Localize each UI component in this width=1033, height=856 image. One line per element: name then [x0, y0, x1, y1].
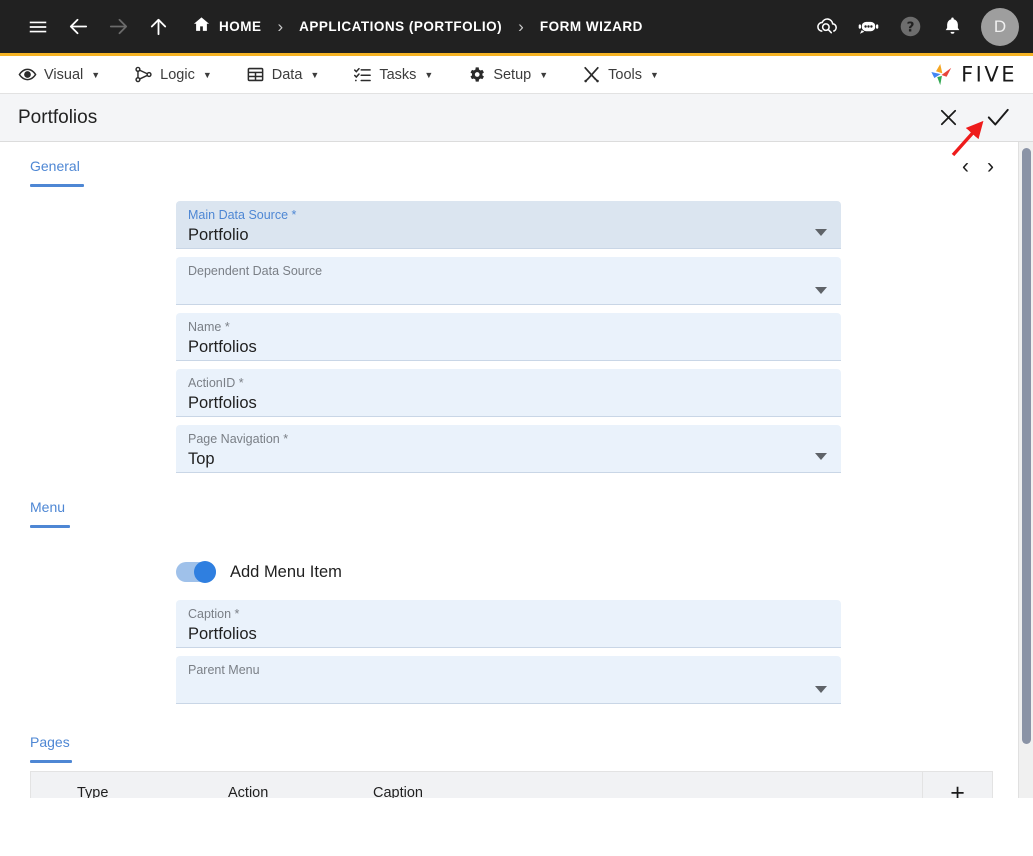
- chevron-down-icon: ▼: [424, 69, 434, 80]
- breadcrumb-separator-2: ›: [518, 16, 524, 36]
- menu-item-tasks[interactable]: Tasks ▼: [353, 65, 433, 84]
- tools-icon: [582, 65, 601, 84]
- notifications-bell-icon[interactable]: [933, 8, 971, 46]
- field-caption[interactable]: Caption * Portfolios: [176, 600, 841, 648]
- chevron-down-icon: ▼: [91, 69, 101, 80]
- top-navigation-bar: HOME › APPLICATIONS (PORTFOLIO) › FORM W…: [0, 0, 1033, 53]
- add-menu-item-label: Add Menu Item: [230, 562, 342, 581]
- add-row-button[interactable]: +: [922, 771, 992, 798]
- avatar[interactable]: D: [981, 7, 1019, 46]
- field-value-page-navigation: Top: [188, 450, 215, 468]
- field-value-action-id: Portfolios: [188, 394, 257, 412]
- section-label-pages[interactable]: Pages: [30, 734, 70, 760]
- form-wizard-content: ‹ › General Main Data Source * Portfolio…: [0, 142, 1033, 798]
- add-menu-item-toggle-row[interactable]: Add Menu Item: [176, 561, 1018, 583]
- dropdown-caret-icon[interactable]: [815, 229, 827, 236]
- breadcrumb-home[interactable]: HOME: [192, 15, 262, 39]
- chatbot-icon[interactable]: [849, 8, 887, 46]
- scrollbar-thumb[interactable]: [1022, 148, 1031, 744]
- field-action-id[interactable]: ActionID * Portfolios: [176, 369, 841, 417]
- column-header-action: Action: [228, 785, 269, 798]
- help-icon[interactable]: ?: [891, 8, 929, 46]
- arrow-up-icon[interactable]: [138, 7, 178, 47]
- pages-table: Type Action Caption + Form: [30, 771, 993, 798]
- section-label-general[interactable]: General: [30, 158, 80, 184]
- logic-nodes-icon: [134, 65, 153, 84]
- breadcrumb-separator: ›: [277, 16, 284, 36]
- field-label-main-data-source: Main Data Source *: [188, 208, 297, 222]
- gear-icon: [467, 65, 486, 84]
- section-label-menu[interactable]: Menu: [30, 499, 65, 525]
- page-title: Portfolios: [18, 106, 98, 128]
- chevron-down-icon: ▼: [539, 69, 549, 80]
- five-brand-label: FIVE: [961, 62, 1017, 87]
- arrow-left-icon[interactable]: [58, 7, 98, 47]
- home-icon: [192, 15, 211, 39]
- chevron-down-icon: ▼: [202, 69, 212, 80]
- field-label-parent-menu: Parent Menu: [188, 663, 260, 677]
- section-header-menu: Menu: [30, 499, 1018, 528]
- application-menu-bar: Visual ▼ Logic ▼ Data ▼ Tasks ▼ Setup ▼ …: [0, 56, 1033, 94]
- hamburger-icon[interactable]: [18, 7, 58, 47]
- menu-item-setup[interactable]: Setup ▼: [467, 65, 548, 84]
- svg-text:?: ?: [906, 19, 914, 35]
- five-brand-logo: FIVE: [928, 61, 1017, 88]
- section-header-general: General: [30, 158, 1018, 187]
- eye-icon: [18, 65, 37, 84]
- menu-item-logic[interactable]: Logic ▼: [134, 65, 212, 84]
- section-header-pages: Pages: [30, 734, 1018, 763]
- menu-item-data-label: Data: [271, 66, 303, 83]
- section-underline-general: [30, 184, 84, 187]
- table-grid-icon: [246, 65, 265, 84]
- cloud-search-icon[interactable]: [807, 8, 845, 46]
- field-label-name: Name *: [188, 320, 230, 334]
- menu-item-tools[interactable]: Tools ▼: [582, 65, 659, 84]
- vertical-scrollbar[interactable]: [1018, 142, 1033, 798]
- arrow-right-icon: [98, 7, 138, 47]
- field-parent-menu[interactable]: Parent Menu: [176, 656, 841, 704]
- close-x-icon[interactable]: [933, 103, 963, 133]
- field-name[interactable]: Name * Portfolios: [176, 313, 841, 361]
- save-checkmark-button[interactable]: [983, 103, 1013, 133]
- checklist-icon: [353, 65, 372, 84]
- menu-item-tasks-label: Tasks: [379, 66, 417, 83]
- menu-item-visual-label: Visual: [44, 66, 84, 83]
- field-label-page-navigation: Page Navigation *: [188, 432, 289, 446]
- menu-item-visual[interactable]: Visual ▼: [18, 65, 100, 84]
- column-header-type: Type: [77, 785, 109, 798]
- field-main-data-source[interactable]: Main Data Source * Portfolio: [176, 201, 841, 249]
- breadcrumb-home-label: HOME: [219, 19, 262, 34]
- section-underline-menu: [30, 525, 70, 528]
- menu-item-tools-label: Tools: [608, 66, 642, 83]
- dropdown-caret-icon[interactable]: [815, 287, 827, 294]
- field-dependent-data-source[interactable]: Dependent Data Source: [176, 257, 841, 305]
- chevron-down-icon: ▼: [310, 69, 320, 80]
- breadcrumb-applications[interactable]: APPLICATIONS (PORTFOLIO): [299, 19, 502, 34]
- field-label-dependent-data-source: Dependent Data Source: [188, 264, 323, 278]
- general-fields-group: Main Data Source * Portfolio Dependent D…: [0, 201, 1018, 473]
- menu-item-data[interactable]: Data ▼: [246, 65, 320, 84]
- breadcrumb-form-wizard[interactable]: FORM WIZARD: [540, 19, 643, 34]
- toggle-knob: [194, 561, 216, 583]
- field-value-name: Portfolios: [188, 338, 257, 356]
- menu-item-setup-label: Setup: [493, 66, 532, 83]
- field-label-action-id: ActionID *: [188, 376, 244, 390]
- section-underline-pages: [30, 760, 72, 763]
- add-menu-item-toggle[interactable]: [176, 561, 216, 583]
- menu-item-logic-label: Logic: [160, 66, 195, 83]
- chevron-down-icon: ▼: [650, 69, 659, 80]
- five-pinwheel-icon: [931, 63, 952, 85]
- menu-fields-group: Caption * Portfolios Parent Menu: [0, 600, 1018, 704]
- field-value-caption: Portfolios: [188, 625, 257, 643]
- column-header-caption: Caption: [373, 785, 423, 798]
- field-page-navigation[interactable]: Page Navigation * Top: [176, 425, 841, 473]
- pages-table-header: Type Action Caption +: [31, 771, 992, 798]
- field-value-main-data-source: Portfolio: [188, 226, 249, 244]
- panel-header: Portfolios: [0, 94, 1033, 142]
- dropdown-caret-icon[interactable]: [815, 453, 827, 460]
- field-label-caption: Caption *: [188, 607, 240, 621]
- dropdown-caret-icon[interactable]: [815, 686, 827, 693]
